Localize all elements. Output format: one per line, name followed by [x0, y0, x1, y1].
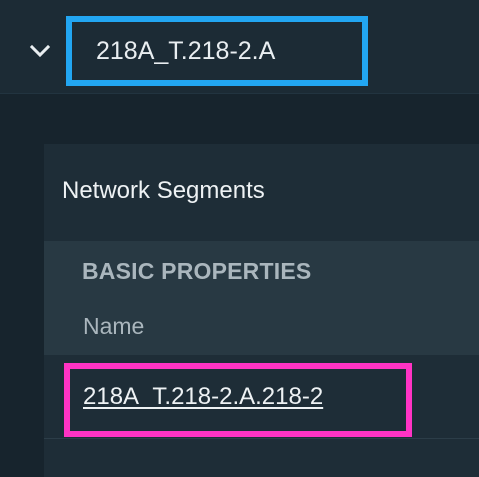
tree-node-row[interactable]: 218A_T.218-2.A [0, 0, 479, 93]
network-segments-view: 218A_T.218-2.A Network Segments BASIC PR… [0, 0, 479, 477]
divider [0, 93, 479, 94]
table-row-divider [44, 438, 479, 439]
column-header-name: Name [83, 313, 145, 339]
section-title: Network Segments [62, 177, 265, 204]
tree-node-label[interactable]: 218A_T.218-2.A [96, 34, 275, 68]
properties-group-header: BASIC PROPERTIES [82, 258, 312, 284]
chevron-down-icon[interactable] [28, 42, 52, 62]
segment-name-link[interactable]: 218A_T.218-2.A.218-2 [83, 380, 323, 414]
